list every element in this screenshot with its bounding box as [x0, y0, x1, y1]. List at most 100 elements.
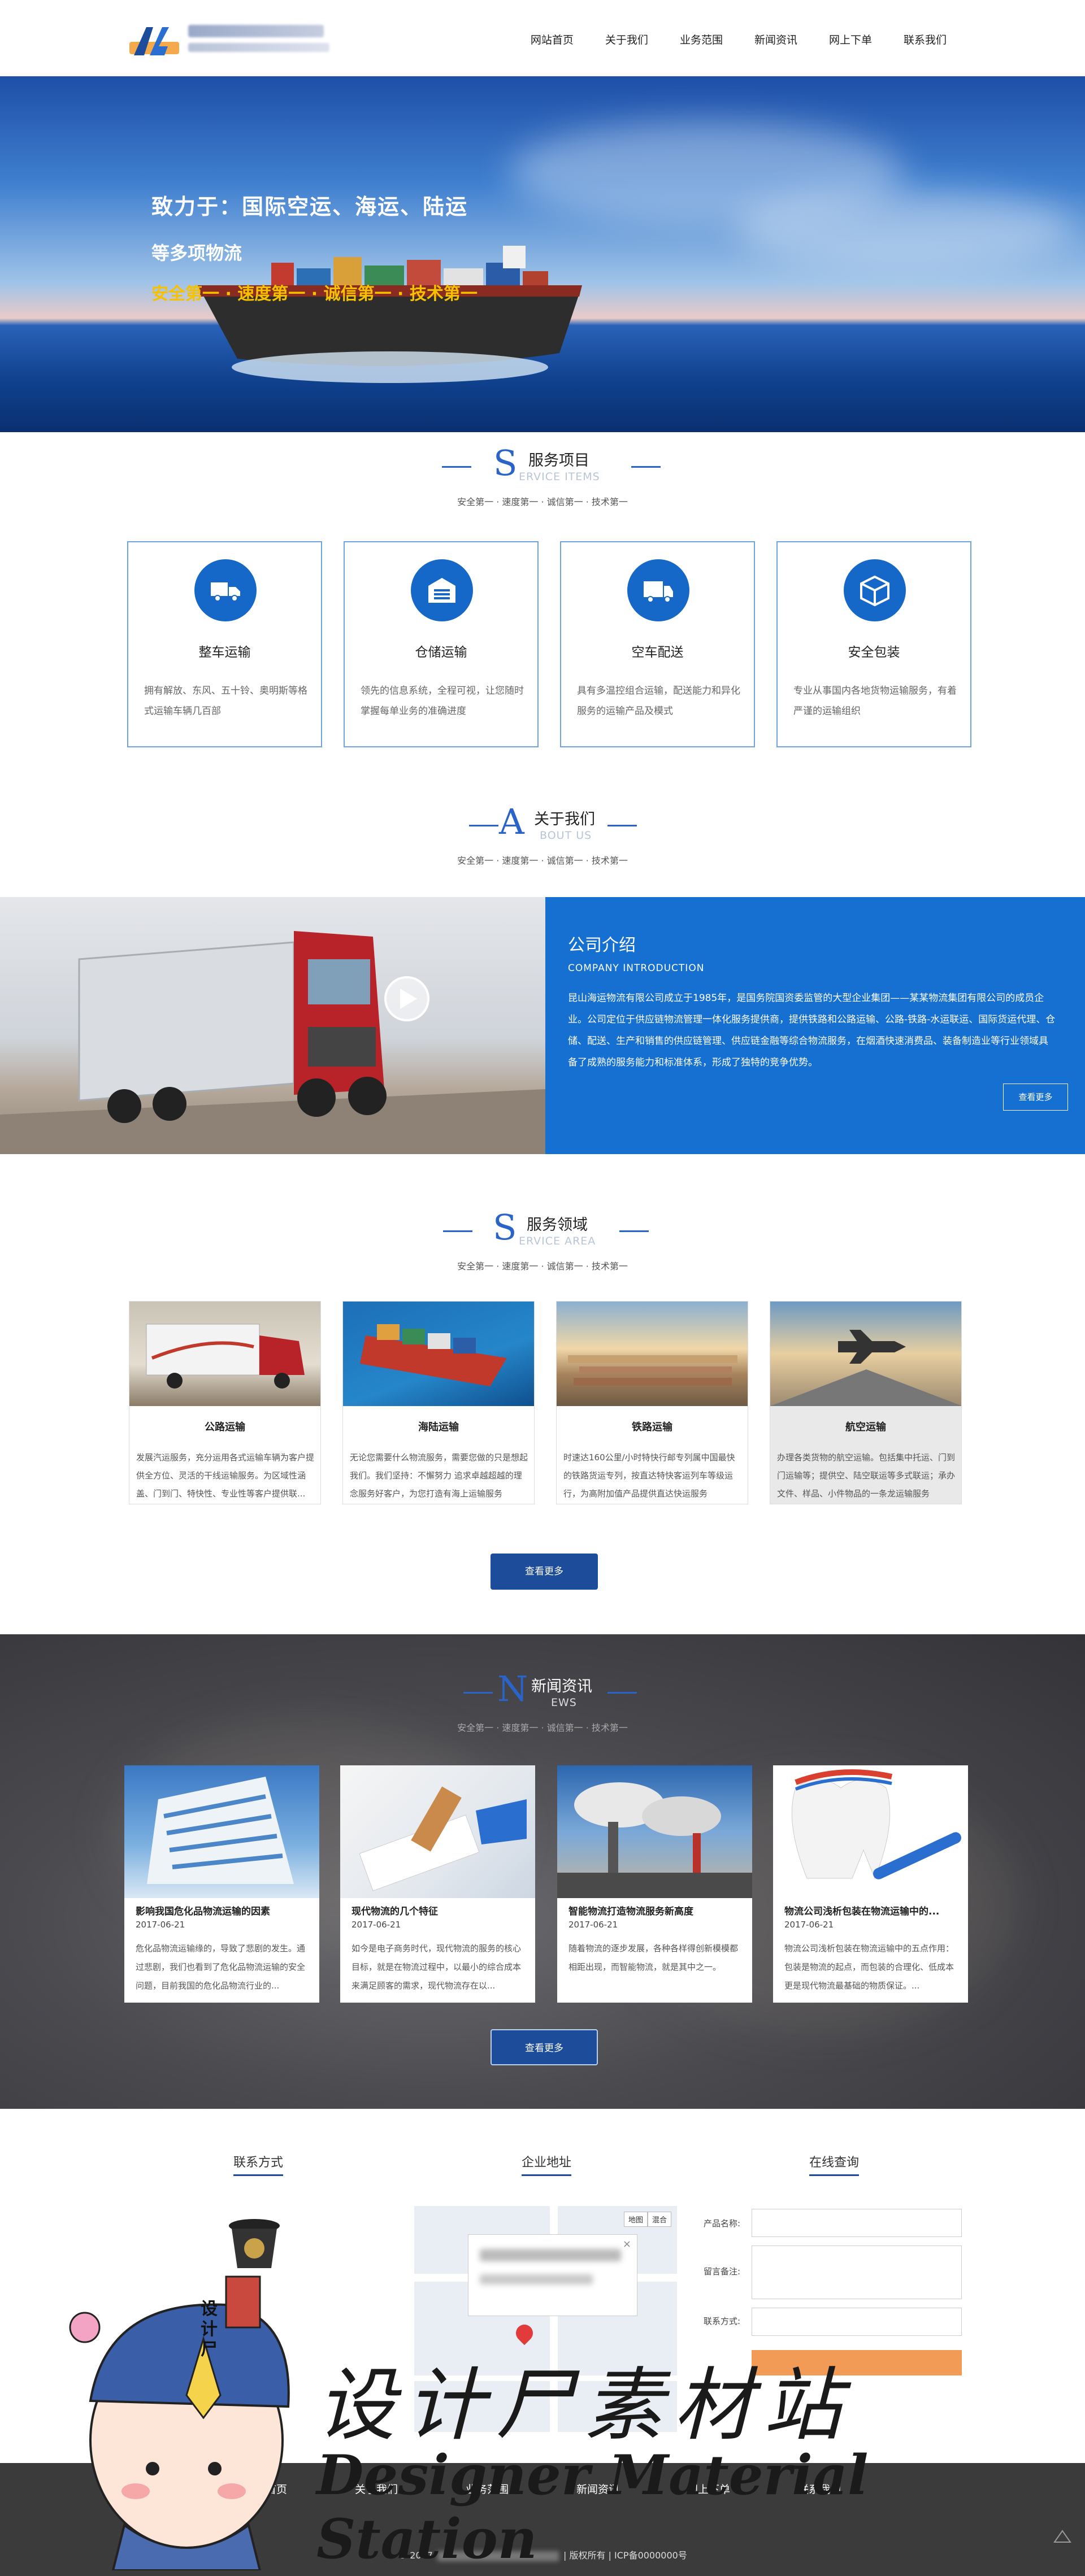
service-desc: 具有多温控组合运输，配送能力和异化服务的运输产品及模式 [577, 685, 740, 717]
title-initial: A [499, 801, 524, 842]
title-cn: 服务项目 [528, 452, 589, 469]
area-card-sea[interactable]: 海陆运输 无论您需要什么物流服务，需要您做的只是想起我们。我们坚持：不懈努力 追… [342, 1301, 535, 1504]
watermark-badge-text: 设计尸 [201, 2299, 218, 2360]
footer-nav-business[interactable]: 业务范围 [466, 2481, 509, 2496]
hero-cloud [735, 189, 1074, 268]
news-card[interactable]: 影响我国危化品物流运输的因素 2017-06-21 危化品物流运输缘的，导致了悲… [124, 1765, 319, 2003]
service-title: 整车运输 [198, 645, 251, 660]
section-title-about: A 关于我们 BOUT US 安全第一 · 速度第一 · 诚信第一 · 技术第一 [0, 797, 1085, 866]
copyright-suffix: | 版权所有 | ICP备0000000号 [563, 2550, 687, 2561]
title-line-right [619, 1230, 649, 1232]
contact-column-title: 联系方式 [233, 2152, 284, 2176]
main-nav: 网站首页 关于我们 业务范围 新闻资讯 网上下单 联系我们 [531, 32, 947, 47]
back-to-top-icon[interactable] [1051, 2525, 1074, 2548]
message-label: 留言备注: [704, 2266, 741, 2277]
company-intro-text: 昆山海运物流有限公司成立于1985年，是国务院国资委监管的大型企业集团——某某物… [568, 993, 1056, 1068]
hero-subheadline: 等多项物流 [151, 242, 242, 264]
logo-mark-icon [129, 27, 179, 55]
about-more-button[interactable]: 查看更多 [1003, 1084, 1068, 1111]
footer-nav-about[interactable]: 关于我们 [355, 2481, 398, 2496]
title-cn: 服务领域 [527, 1216, 588, 1234]
warehouse-icon [411, 559, 473, 621]
nav-contact[interactable]: 联系我们 [904, 32, 947, 47]
service-card-warehouse[interactable]: 仓储运输 领先的信息系统，全程可视，让您随时掌握每单业务的准确进度 [344, 541, 539, 747]
service-title: 安全包装 [848, 645, 900, 660]
nav-business[interactable]: 业务范围 [680, 32, 723, 47]
map-type-tabs: 地图 混合 [623, 2212, 671, 2227]
site-logo[interactable] [127, 18, 336, 63]
nav-home[interactable]: 网站首页 [531, 32, 574, 47]
news-image-building [124, 1765, 319, 1898]
site-header: 网站首页 关于我们 业务范围 新闻资讯 网上下单 联系我们 [0, 0, 1085, 76]
area-desc: 时速达160公里/小时特快行邮专列属中国最快的铁路货运专列，按直达特快客运列车等… [563, 1452, 735, 1499]
truck-icon [194, 559, 257, 621]
news-date: 2017-06-21 [351, 1920, 401, 1930]
area-card-air[interactable]: 航空运输 办理各类货物的航空运输。包括集中托运、门到门运输等；提供空、陆空联运等… [770, 1301, 962, 1504]
copyright: © 2017 | 版权所有 | ICP备0000000号 [0, 2548, 1085, 2561]
hero-slogan: 安全第一 · 速度第一 · 诚信第一 · 技术第一 [151, 284, 478, 304]
logo-text-blurred [188, 25, 324, 37]
product-name-input[interactable] [752, 2209, 962, 2237]
road-transport-image [129, 1302, 320, 1406]
nav-news[interactable]: 新闻资讯 [754, 32, 797, 47]
news-title: 物流公司浅析包装在物流运输中的... [784, 1906, 940, 1917]
close-icon[interactable]: × [623, 2238, 631, 2250]
map-pin-icon [512, 2321, 537, 2346]
title-cn: 关于我们 [534, 811, 595, 828]
nav-order[interactable]: 网上下单 [829, 32, 872, 47]
footer-nav-home[interactable]: 网站首页 [244, 2481, 287, 2496]
news-date: 2017-06-21 [136, 1920, 185, 1930]
logo-subtext-blurred [188, 43, 329, 52]
copyright-year: © 2017 [398, 2550, 433, 2561]
news-date: 2017-06-21 [568, 1920, 618, 1930]
copyright-blurred-company [437, 2551, 559, 2561]
area-more-button[interactable]: 查看更多 [491, 1554, 598, 1590]
title-en: EWS [551, 1696, 577, 1709]
map-tab-map[interactable]: 地图 [623, 2212, 648, 2227]
company-intro-en: COMPANY INTRODUCTION [568, 963, 705, 974]
news-image-factory [557, 1765, 752, 1898]
news-more-button[interactable]: 查看更多 [491, 2029, 598, 2065]
footer-nav-contact[interactable]: 联系我们 [798, 2481, 841, 2496]
news-card[interactable]: 物流公司浅析包装在物流运输中的... 2017-06-21 物流公司浅析包装在物… [773, 1765, 968, 2003]
service-desc: 专业从事国内各地货物运输服务，有着严谨的运输组织 [793, 685, 957, 717]
map-road [414, 2375, 677, 2381]
footer-nav-news[interactable]: 新闻资讯 [576, 2481, 619, 2496]
nav-about[interactable]: 关于我们 [605, 32, 648, 47]
contact-info-input[interactable] [752, 2308, 962, 2336]
title-subtitle: 安全第一 · 速度第一 · 诚信第一 · 技术第一 [457, 855, 628, 866]
title-line-right [607, 1692, 637, 1694]
area-card-road[interactable]: 公路运输 发展汽运服务，充分运用各式运输车辆为客户提供全方位、灵活的干线运输服务… [129, 1301, 321, 1504]
title-initial: S [493, 1207, 517, 1248]
truck-illustration [0, 931, 545, 1154]
submit-button[interactable] [752, 2350, 962, 2375]
section-title-service: S 服务项目 ERVICE ITEMS 安全第一 · 速度第一 · 诚信第一 ·… [0, 438, 1085, 507]
news-card[interactable]: 现代物流的几个特征 2017-06-21 如今是电子商务时代，现代物流的服务的核… [340, 1765, 535, 2003]
air-transport-image [770, 1302, 961, 1406]
service-desc: 拥有解放、东风、五十铃、奥明斯等格式运输车辆几百部 [144, 685, 307, 717]
title-line-left [443, 1230, 472, 1232]
map-tab-hybrid[interactable]: 混合 [647, 2212, 671, 2227]
contact-info-label: 联系方式: [704, 2316, 741, 2326]
company-map[interactable]: 地图 混合 × [414, 2206, 677, 2432]
telephone-icon [229, 2219, 280, 2268]
area-title: 公路运输 [205, 1421, 245, 1433]
footer-nav-order[interactable]: 网上下单 [687, 2481, 730, 2496]
title-en: BOUT US [540, 829, 592, 842]
service-card-packaging[interactable]: 安全包装 专业从事国内各地货物运输服务，有着严谨的运输组织 [776, 541, 971, 747]
news-card[interactable]: 智能物流打造物流服务新高度 2017-06-21 随着物流的逐步发展，各种各样得… [557, 1765, 752, 2003]
sea-transport-image [343, 1302, 534, 1406]
message-textarea[interactable] [752, 2246, 962, 2299]
product-name-label: 产品名称: [704, 2218, 741, 2229]
news-date: 2017-06-21 [784, 1920, 834, 1930]
area-card-rail[interactable]: 铁路运输 时速达160公里/小时特快行邮专列属中国最快的铁路货运专列，按直达特快… [556, 1301, 748, 1504]
company-intro-panel: 公司介绍 COMPANY INTRODUCTION 昆山海运物流有限公司成立于1… [545, 897, 1085, 1154]
area-desc: 办理各类货物的航空运输。包括集中托运、门到门运输等；提供空、陆空联运等多式联运；… [777, 1452, 956, 1499]
news-desc: 危化品物流运输缘的，导致了悲剧的发生。通过悲剧，我们也看到了危化品物流运输的安全… [136, 1943, 306, 1991]
service-card-truck[interactable]: 整车运输 拥有解放、东风、五十铃、奥明斯等格式运输车辆几百部 [127, 541, 322, 747]
footer-nav: 网站首页 关于我们 业务范围 新闻资讯 网上下单 联系我们 [0, 2481, 1085, 2496]
service-title: 空车配送 [631, 645, 684, 660]
title-initial: S [493, 442, 518, 484]
service-card-delivery[interactable]: 空车配送 具有多温控组合运输，配送能力和异化服务的运输产品及模式 [560, 541, 755, 747]
title-line-right [631, 466, 661, 468]
